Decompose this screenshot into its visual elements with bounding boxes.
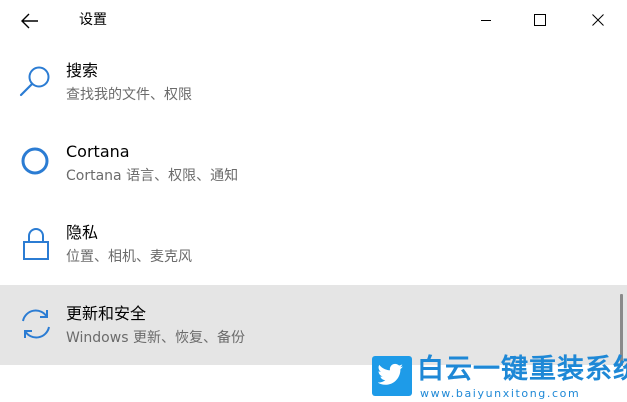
back-arrow-icon (21, 13, 38, 29)
settings-item-description: 位置、相机、麦克风 (66, 249, 192, 265)
title-bar: 设置 (0, 0, 627, 42)
back-button[interactable] (10, 6, 50, 36)
watermark-title: 白云一键重装系统 (417, 354, 627, 385)
watermark-logo (372, 356, 412, 396)
close-button[interactable] (575, 0, 621, 42)
sync-icon (22, 309, 50, 339)
watermark-url: www.baiyunxitong.com (420, 387, 581, 400)
settings-item-description: Windows 更新、恢复、备份 (66, 330, 245, 346)
minimize-icon (481, 20, 491, 21)
search-icon (19, 66, 50, 97)
watermark: 白云一键重装系统 www.baiyunxitong.com (368, 352, 627, 402)
settings-item-description: Cortana 语言、权限、通知 (66, 168, 239, 184)
lock-icon (23, 228, 49, 260)
settings-item-label: 搜索 (66, 61, 99, 80)
settings-window: 设置 搜索 查找我的文件、权限 Cortana Cortana 语言、权限、通知… (0, 0, 627, 402)
settings-item-cortana[interactable]: Cortana Cortana 语言、权限、通知 (0, 123, 627, 203)
maximize-icon (534, 14, 546, 26)
maximize-button[interactable] (517, 0, 563, 42)
settings-item-search[interactable]: 搜索 查找我的文件、权限 (0, 42, 627, 122)
window-title: 设置 (79, 12, 107, 28)
settings-item-description: 查找我的文件、权限 (66, 87, 192, 103)
minimize-button[interactable] (463, 0, 509, 42)
cortana-icon (21, 147, 49, 175)
settings-item-label: 隐私 (66, 223, 99, 242)
settings-item-label: Cortana (66, 142, 130, 161)
settings-item-privacy[interactable]: 隐私 位置、相机、麦克风 (0, 204, 627, 284)
settings-item-label: 更新和安全 (66, 304, 147, 323)
twitter-bird-icon (378, 363, 403, 385)
close-icon (592, 14, 604, 26)
